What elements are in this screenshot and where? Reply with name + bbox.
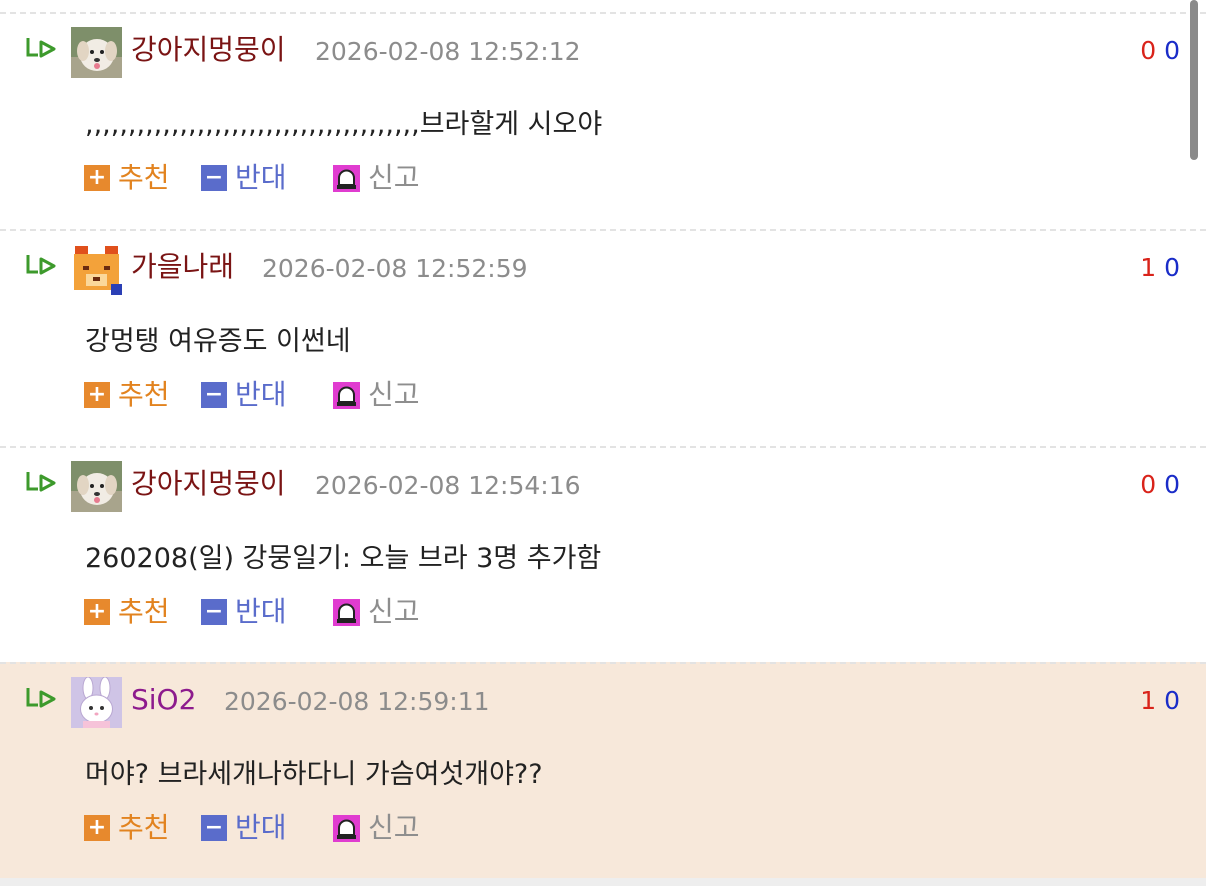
oppose-button[interactable]: − 반대 — [201, 808, 287, 848]
vote-counts: 00 — [1140, 468, 1180, 502]
downvote-count: 0 — [1164, 253, 1180, 282]
siren-icon — [333, 814, 360, 842]
recommend-label: 추천 — [118, 378, 170, 411]
recommend-label: 추천 — [118, 595, 170, 628]
report-button[interactable]: 신고 — [333, 592, 420, 632]
comment-date: 2026-02-08 12:52:12 — [315, 37, 581, 66]
vote-counts: 00 — [1140, 34, 1180, 68]
plus-square-icon: + — [84, 165, 110, 191]
oppose-button[interactable]: − 반대 — [201, 375, 287, 415]
scrollbar-thumb[interactable] — [1190, 0, 1198, 160]
siren-icon — [333, 598, 360, 626]
reply-arrow-icon — [26, 472, 56, 492]
oppose-button[interactable]: − 반대 — [201, 592, 287, 632]
siren-icon — [333, 164, 360, 192]
comment-author[interactable]: 가을나래 — [131, 248, 234, 286]
comment-date: 2026-02-08 12:54:16 — [315, 471, 581, 500]
bunny-avatar[interactable] — [71, 677, 122, 728]
comment-text: 머야? 브라세개나하다니 가슴여섯개야?? — [85, 759, 543, 790]
recommend-button[interactable]: + 추천 — [84, 158, 170, 198]
comment-author[interactable]: 강아지멍뭉이 — [131, 31, 286, 69]
upvote-count: 0 — [1140, 36, 1157, 65]
recommend-button[interactable]: + 추천 — [84, 375, 170, 415]
downvote-count: 0 — [1164, 686, 1180, 715]
report-button[interactable]: 신고 — [333, 808, 420, 848]
upvote-count: 1 — [1140, 253, 1157, 282]
recommend-label: 추천 — [118, 811, 170, 844]
oppose-label: 반대 — [235, 161, 287, 194]
upvote-count: 0 — [1140, 470, 1157, 499]
minus-square-icon: − — [201, 599, 227, 625]
minus-square-icon: − — [201, 165, 227, 191]
comment-item: 가을나래 2026-02-08 12:52:59 10 강멍탱 여유증도 이썬네… — [0, 229, 1206, 445]
puppy-avatar[interactable] — [71, 461, 122, 512]
minus-square-icon: − — [201, 382, 227, 408]
comment-text: ,,,,,,,,,,,,,,,,,,,,,,,,,,,,,,,,,,,,,,,브… — [85, 109, 603, 140]
recommend-label: 추천 — [118, 161, 170, 194]
comment-item-highlighted: SiO2 2026-02-08 12:59:11 10 머야? 브라세개나하다니… — [0, 662, 1206, 878]
oppose-label: 반대 — [235, 595, 287, 628]
upvote-count: 1 — [1140, 686, 1157, 715]
pixel-bear-avatar[interactable] — [71, 244, 122, 295]
comment-item: 강아지멍뭉이 2026-02-08 12:52:12 00 ,,,,,,,,,,… — [0, 12, 1206, 228]
report-label: 신고 — [368, 811, 420, 844]
vote-counts: 10 — [1140, 684, 1180, 718]
reply-arrow-icon — [26, 255, 56, 275]
recommend-button[interactable]: + 추천 — [84, 808, 170, 848]
comment-text: 강멍탱 여유증도 이썬네 — [85, 326, 351, 357]
comment-date: 2026-02-08 12:59:11 — [224, 687, 490, 716]
comment-list-page: 강아지멍뭉이 2026-02-08 12:52:12 00 ,,,,,,,,,,… — [0, 0, 1206, 886]
report-button[interactable]: 신고 — [333, 158, 420, 198]
report-label: 신고 — [368, 595, 420, 628]
recommend-button[interactable]: + 추천 — [84, 592, 170, 632]
report-label: 신고 — [368, 161, 420, 194]
siren-icon — [333, 381, 360, 409]
comment-date: 2026-02-08 12:52:59 — [262, 254, 528, 283]
bottom-divider — [0, 878, 1206, 886]
comment-author[interactable]: SiO2 — [131, 681, 196, 719]
comment-text: 260208(일) 강뭉일기: 오늘 브라 3명 추가함 — [85, 543, 602, 574]
reply-arrow-icon — [26, 688, 56, 708]
plus-square-icon: + — [84, 815, 110, 841]
report-label: 신고 — [368, 378, 420, 411]
downvote-count: 0 — [1164, 470, 1180, 499]
reply-arrow-icon — [26, 38, 56, 58]
downvote-count: 0 — [1164, 36, 1180, 65]
plus-square-icon: + — [84, 599, 110, 625]
minus-square-icon: − — [201, 815, 227, 841]
comment-item: 강아지멍뭉이 2026-02-08 12:54:16 00 260208(일) … — [0, 446, 1206, 662]
report-button[interactable]: 신고 — [333, 375, 420, 415]
puppy-avatar[interactable] — [71, 27, 122, 78]
oppose-button[interactable]: − 반대 — [201, 158, 287, 198]
comment-author[interactable]: 강아지멍뭉이 — [131, 465, 286, 503]
oppose-label: 반대 — [235, 378, 287, 411]
plus-square-icon: + — [84, 382, 110, 408]
vote-counts: 10 — [1140, 251, 1180, 285]
oppose-label: 반대 — [235, 811, 287, 844]
